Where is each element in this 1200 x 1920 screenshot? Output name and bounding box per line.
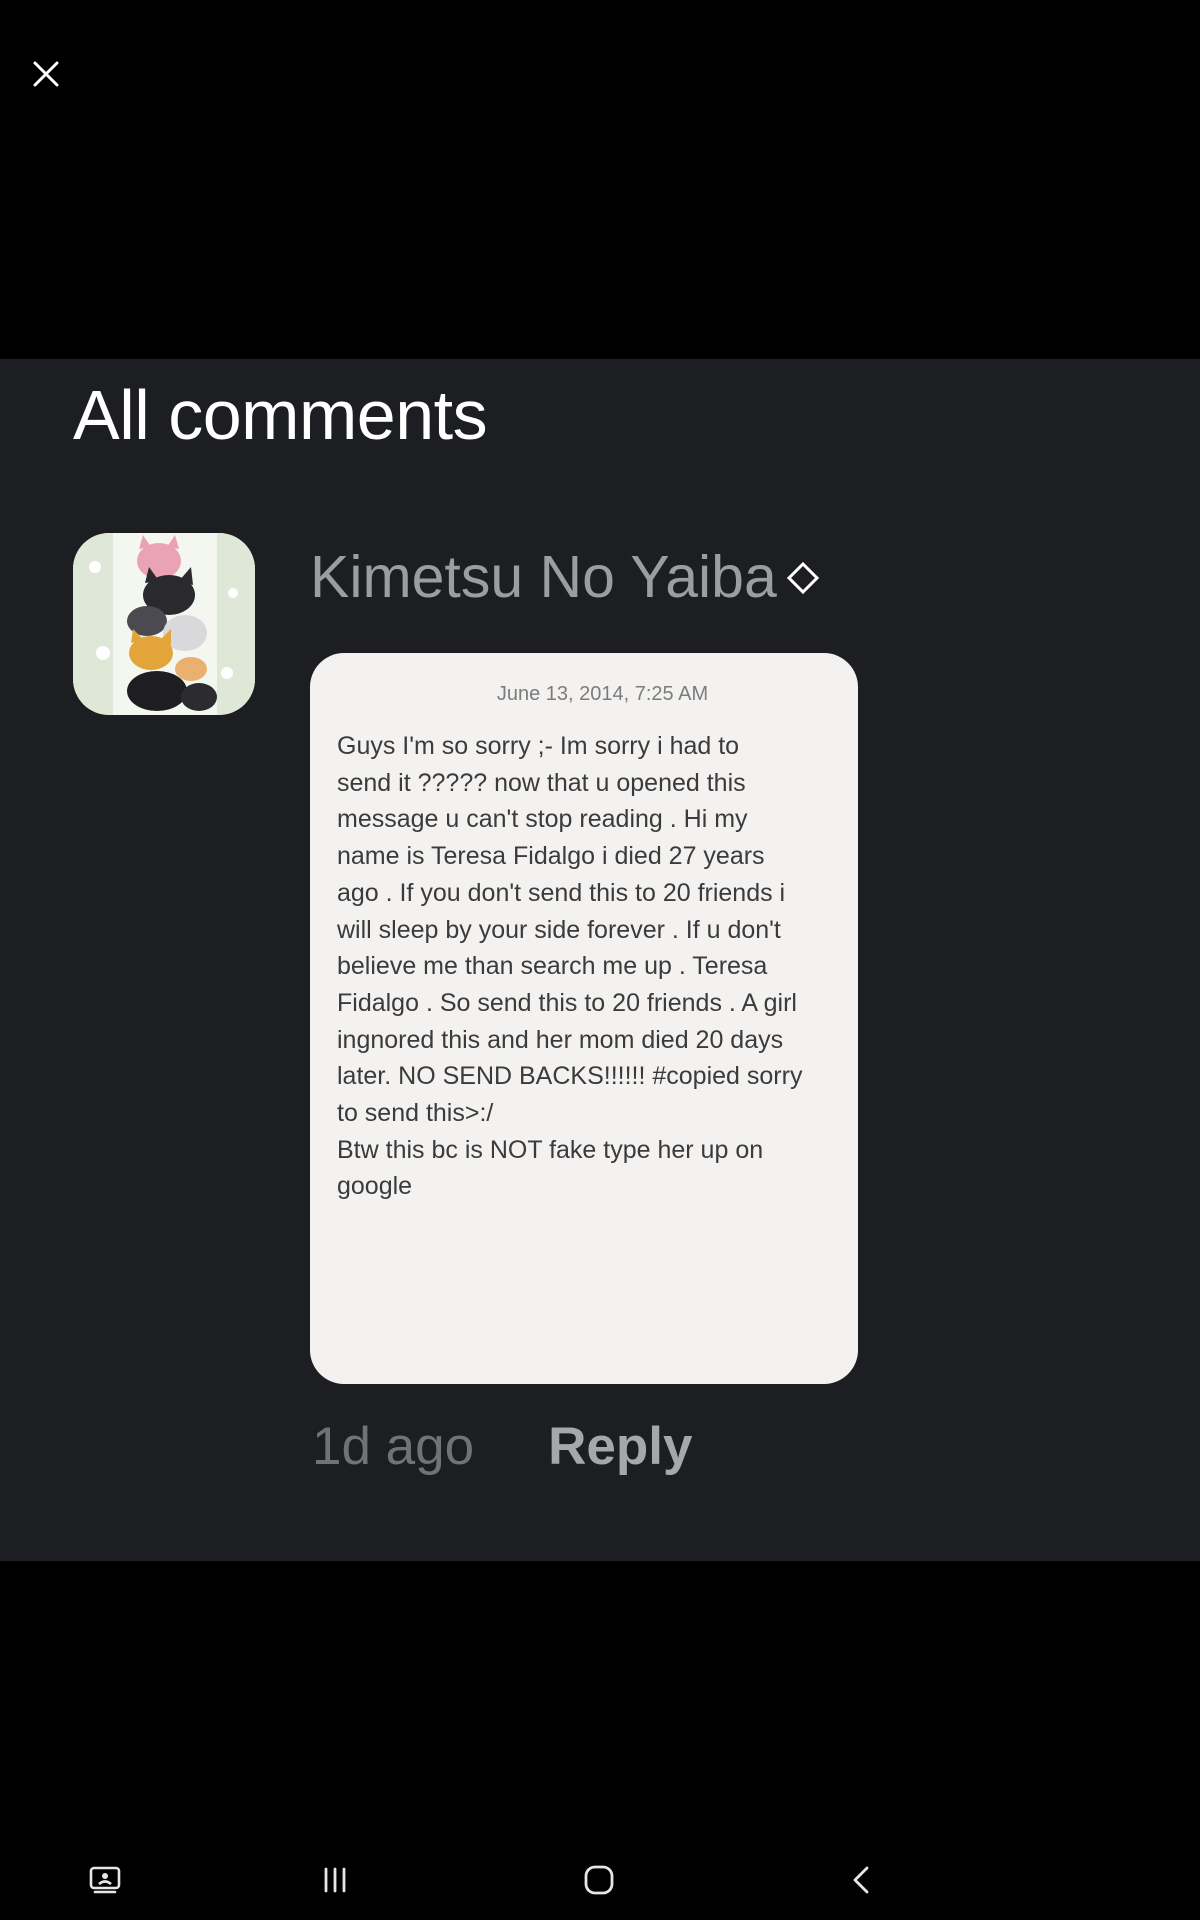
recent-apps-button[interactable]	[311, 1856, 359, 1904]
home-icon	[579, 1860, 619, 1900]
attached-message-image[interactable]: June 13, 2014, 7:25 AM Guys I'm so sorry…	[310, 653, 858, 1384]
comment-image-viewer: All comments Kimetsu No Yaiba June 13, 2…	[0, 0, 1200, 1920]
recent-apps-icon	[315, 1860, 355, 1900]
comment-author[interactable]: Kimetsu No Yaiba	[310, 548, 823, 607]
avatar[interactable]	[73, 533, 255, 715]
avatar-anime-cats-icon	[73, 533, 255, 715]
screen-share-button[interactable]	[81, 1856, 129, 1904]
back-icon	[842, 1860, 882, 1900]
back-button[interactable]	[838, 1856, 886, 1904]
username: Kimetsu No Yaiba	[310, 544, 777, 610]
diamond-outline-icon	[783, 558, 823, 598]
message-date: June 13, 2014, 7:25 AM	[496, 683, 709, 705]
comment-meta: 1d ago Reply	[312, 1420, 692, 1473]
reply-button[interactable]: Reply	[548, 1420, 692, 1473]
screen-share-icon	[85, 1860, 125, 1900]
close-button[interactable]	[22, 52, 70, 100]
message-text: Guys I'm so sorry ;- Im sorry i had to s…	[337, 732, 803, 1201]
comment-timestamp: 1d ago	[312, 1417, 475, 1476]
close-icon	[31, 59, 61, 94]
system-navigation-bar	[0, 1840, 1200, 1920]
page-title: All comments	[73, 376, 488, 454]
home-button[interactable]	[575, 1856, 623, 1904]
